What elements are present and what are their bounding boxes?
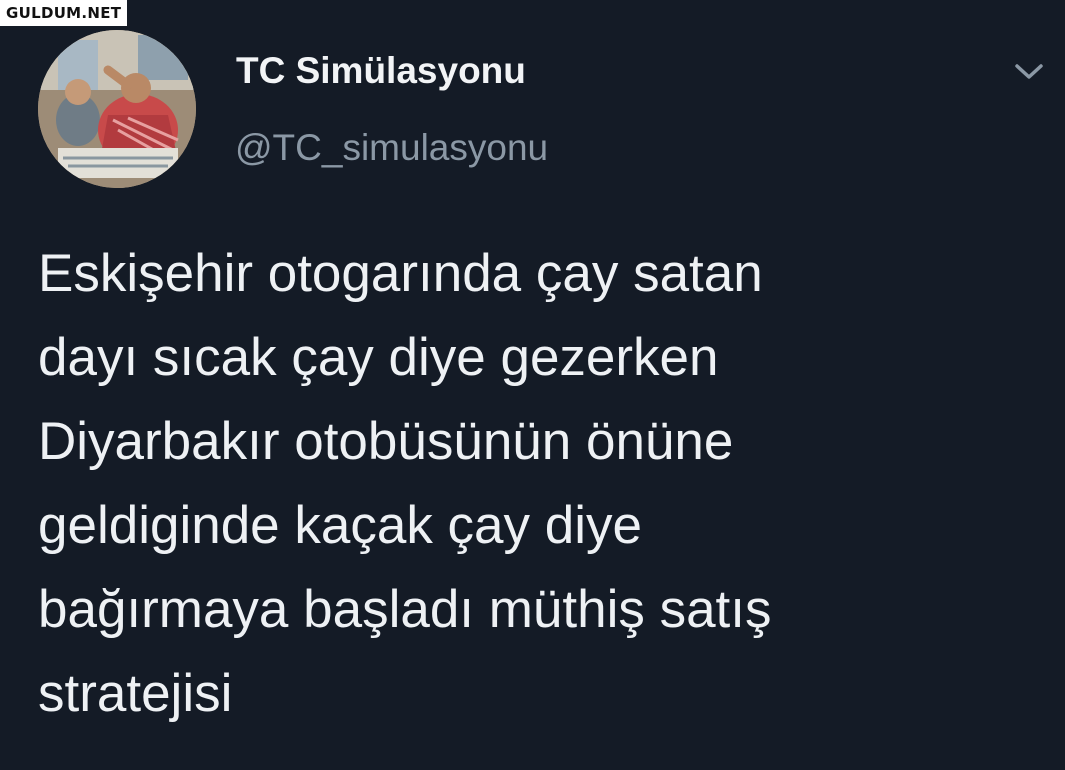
avatar-photo — [38, 30, 196, 188]
chevron-down-icon[interactable] — [1012, 60, 1046, 84]
tweet-text-line: Diyarbakır otobüsünün önüne — [38, 412, 734, 471]
display-name[interactable]: TC Simülasyonu — [236, 50, 526, 92]
profile-avatar[interactable] — [38, 30, 196, 188]
user-handle[interactable]: @TC_simulasyonu — [235, 127, 548, 169]
tweet-text: Eskişehir otogarında çay satan dayı sıca… — [38, 232, 1018, 736]
tweet-text-line: geldiginde kaçak çay diye — [38, 496, 642, 555]
tweet-text-line: dayı sıcak çay diye gezerken — [38, 328, 719, 387]
site-watermark: GULDUM.NET — [0, 0, 128, 26]
tweet-text-line: bağırmaya başladı müthiş satış — [38, 580, 772, 639]
tweet-text-line: stratejisi — [38, 664, 233, 723]
tweet-text-line: Eskişehir otogarında çay satan — [38, 244, 763, 303]
